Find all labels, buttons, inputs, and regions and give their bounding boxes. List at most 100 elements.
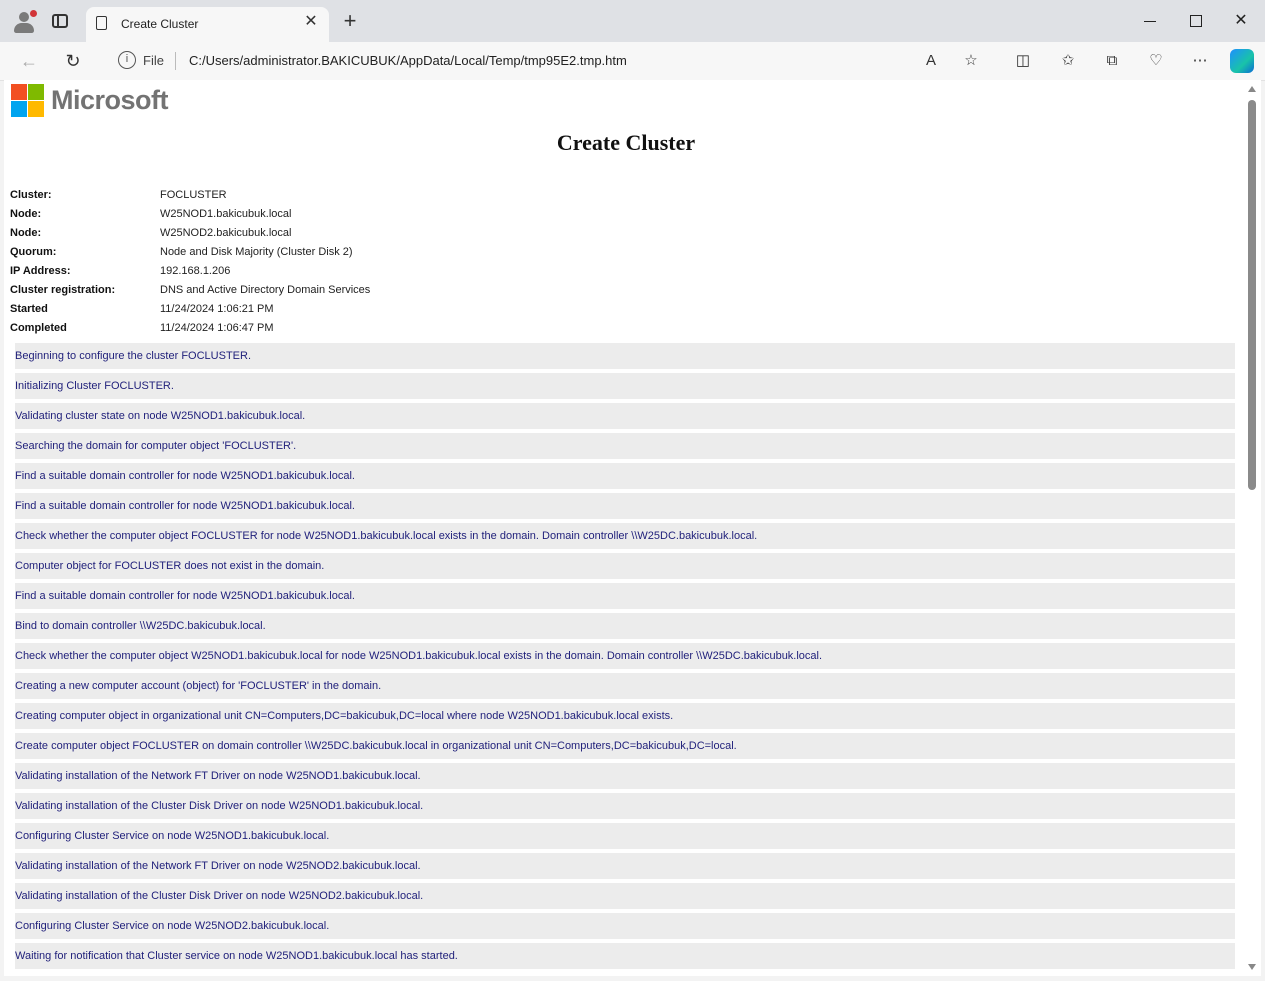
log-entry: Creating a new computer account (object)… <box>15 673 1235 699</box>
log-text: Configuring Cluster Service on node W25N… <box>15 830 330 842</box>
more-menu-icon[interactable]: ⋯ <box>1189 50 1211 72</box>
log-entry: Beginning to configure the cluster FOCLU… <box>15 343 1235 369</box>
address-toolbar: ← ↻ i File C:/Users/administrator.BAKICU… <box>0 42 1265 81</box>
log-entry: Validating installation of the Cluster D… <box>15 883 1235 909</box>
maximize-button[interactable] <box>1181 8 1211 34</box>
log-text: Creating computer object in organization… <box>15 710 674 722</box>
log-entry: Initializing Cluster FOCLUSTER. <box>15 373 1235 399</box>
favorite-star-icon[interactable]: ☆ <box>960 50 982 72</box>
minimize-button[interactable] <box>1135 8 1165 34</box>
profile-avatar-icon[interactable] <box>11 9 37 35</box>
log-entry: Searching the domain for computer object… <box>15 433 1235 459</box>
close-tab-icon[interactable]: ✕ <box>301 12 321 32</box>
log-text: Validating cluster state on node W25NOD1… <box>15 410 306 422</box>
logo-text: Microsoft <box>51 85 169 115</box>
summary-label: IP Address: <box>10 265 71 277</box>
summary-row: Started 11/24/2024 1:06:21 PM <box>10 301 610 320</box>
log-text: Waiting for notification that Cluster se… <box>15 950 458 962</box>
page-icon <box>96 16 107 30</box>
browser-essentials-icon[interactable]: ♡ <box>1145 50 1167 72</box>
summary-table: Cluster: FOCLUSTER Node: W25NOD1.bakicubuk… <box>10 187 610 339</box>
summary-value: W25NOD2.bakicubuk.local <box>160 227 292 239</box>
log-text: Find a suitable domain controller for no… <box>15 470 355 482</box>
copilot-icon[interactable] <box>1230 49 1254 73</box>
summary-value: FOCLUSTER <box>160 189 227 201</box>
file-scheme-label: File <box>143 53 164 68</box>
close-window-button[interactable]: ✕ <box>1226 8 1256 34</box>
log-entry: Find a suitable domain controller for no… <box>15 583 1235 609</box>
summary-row: Cluster: FOCLUSTER <box>10 187 610 206</box>
page-title: Create Cluster <box>556 130 696 155</box>
log-text: Creating a new computer account (object)… <box>15 680 382 692</box>
log-text: Validating installation of the Cluster D… <box>15 800 424 812</box>
tab-title: Create Cluster <box>121 17 199 31</box>
log-text: Check whether the computer object W25NOD… <box>15 650 823 662</box>
address-bar[interactable]: C:/Users/administrator.BAKICUBUK/AppData… <box>189 53 627 68</box>
log-entry: Find a suitable domain controller for no… <box>15 463 1235 489</box>
site-info-icon[interactable]: i <box>118 51 136 69</box>
log-entry: Computer object for FOCLUSTER does not e… <box>15 553 1235 579</box>
summary-value: W25NOD1.bakicubuk.local <box>160 208 292 220</box>
summary-label: Started <box>10 303 48 315</box>
log-text: Find a suitable domain controller for no… <box>15 500 355 512</box>
log-entry: Find a suitable domain controller for no… <box>15 493 1235 519</box>
vertical-scrollbar[interactable] <box>1244 80 1261 976</box>
scroll-up-arrow-icon[interactable] <box>1248 86 1256 92</box>
log-text: Validating installation of the Network F… <box>15 860 421 872</box>
log-entry: Create computer object FOCLUSTER on doma… <box>15 733 1235 759</box>
summary-row: Quorum: Node and Disk Majority (Cluster D… <box>10 244 610 263</box>
summary-label: Completed <box>10 322 67 334</box>
log-entry: Check whether the computer object FOCLUS… <box>15 523 1235 549</box>
log-entry: Bind to domain controller \\W25DC.bakicu… <box>15 613 1235 639</box>
log-entry: Validating installation of the Network F… <box>15 853 1235 879</box>
browser-tab-active[interactable]: Create Cluster ✕ <box>86 7 329 42</box>
read-aloud-icon[interactable]: A <box>920 50 942 72</box>
summary-label: Node: <box>10 227 42 239</box>
scroll-down-arrow-icon[interactable] <box>1248 964 1256 970</box>
new-tab-icon[interactable]: + <box>338 9 362 33</box>
log-text: Configuring Cluster Service on node W25N… <box>15 920 330 932</box>
back-button[interactable]: ← <box>16 48 42 74</box>
summary-label: Cluster: <box>10 189 52 201</box>
log-entry: Configuring Cluster Service on node W25N… <box>15 823 1235 849</box>
tab-strip: Create Cluster ✕ + ✕ <box>0 0 1265 42</box>
log-entry: Configuring Cluster Service on node W25N… <box>15 913 1235 939</box>
page-viewport: Microsoft Create Cluster Cluster: FOCLUST… <box>4 80 1244 976</box>
summary-row: Node: W25NOD1.bakicubuk.local <box>10 206 610 225</box>
log-entry: Waiting for notification that Cluster se… <box>15 943 1235 969</box>
log-entry: Creating computer object in organization… <box>15 703 1235 729</box>
summary-row: Cluster registration: DNS and Active Dire… <box>10 282 610 301</box>
log-text: Beginning to configure the cluster FOCLU… <box>15 350 252 362</box>
log-text: Bind to domain controller \\W25DC.bakicu… <box>15 620 266 632</box>
address-separator <box>175 52 176 70</box>
log-text: Validating installation of the Network F… <box>15 770 421 782</box>
summary-label: Quorum: <box>10 246 57 258</box>
log-text: Create computer object FOCLUSTER on doma… <box>15 740 737 752</box>
log-entry: Validating installation of the Network F… <box>15 763 1235 789</box>
summary-row: IP Address: 192.168.1.206 <box>10 263 610 282</box>
log-entry: Validating cluster state on node W25NOD1… <box>15 403 1235 429</box>
tab-actions-icon[interactable] <box>52 14 68 28</box>
summary-value: 11/24/2024 1:06:21 PM <box>160 303 274 315</box>
log-text: Initializing Cluster FOCLUSTER. <box>15 380 174 392</box>
favorites-icon[interactable]: ✩ <box>1057 50 1079 72</box>
summary-value: 11/24/2024 1:06:47 PM <box>160 322 274 334</box>
summary-row: Node: W25NOD2.bakicubuk.local <box>10 225 610 244</box>
log-text: Computer object for FOCLUSTER does not e… <box>15 560 325 572</box>
log-text: Searching the domain for computer object… <box>15 440 297 452</box>
summary-value: Node and Disk Majority (Cluster Disk 2) <box>160 246 353 258</box>
log-text: Check whether the computer object FOCLUS… <box>15 530 758 542</box>
split-screen-icon[interactable]: ◫ <box>1012 50 1034 72</box>
log-entry: Check whether the computer object W25NOD… <box>15 643 1235 669</box>
collections-icon[interactable]: ⧉ <box>1101 50 1123 72</box>
summary-row: Completed 11/24/2024 1:06:47 PM <box>10 320 610 339</box>
summary-label: Cluster registration: <box>10 284 116 296</box>
log-text: Validating installation of the Cluster D… <box>15 890 424 902</box>
log-entry: Validating installation of the Cluster D… <box>15 793 1235 819</box>
summary-value: DNS and Active Directory Domain Services <box>160 284 371 296</box>
reload-button[interactable]: ↻ <box>60 48 86 74</box>
log-text: Find a suitable domain controller for no… <box>15 590 355 602</box>
progress-log: Beginning to configure the cluster FOCLU… <box>15 343 1235 973</box>
scrollbar-thumb[interactable] <box>1248 100 1256 490</box>
summary-label: Node: <box>10 208 42 220</box>
